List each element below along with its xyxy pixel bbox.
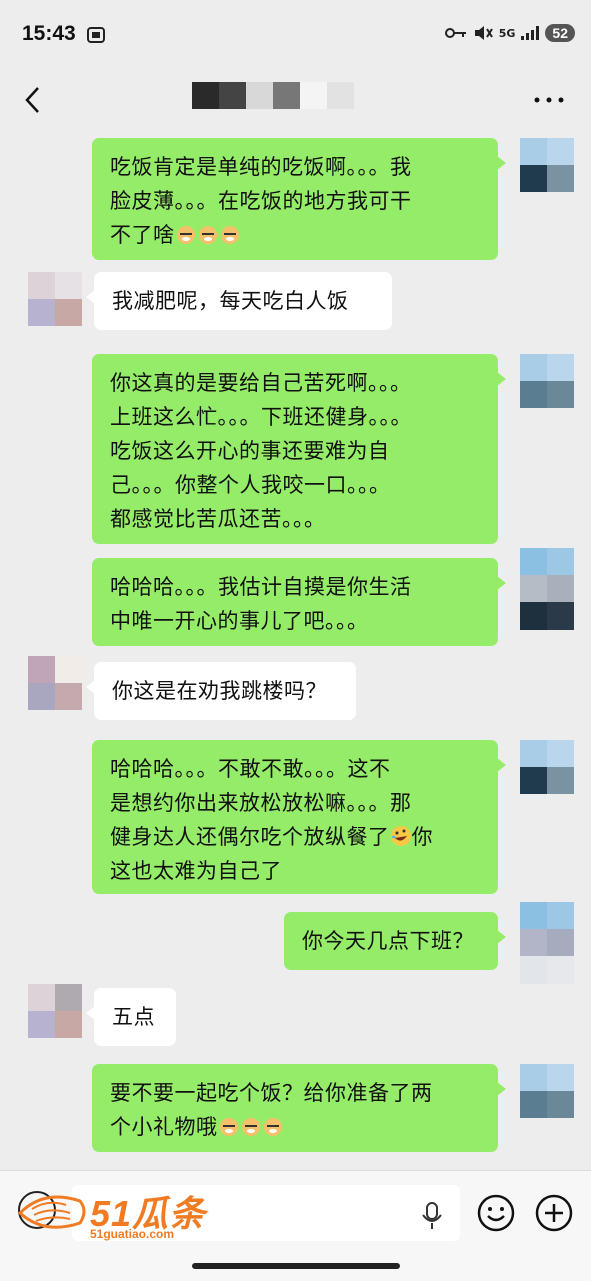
message-bubble-sent[interactable]: 哈哈哈。。。不敢不敢。。。这不 是想约你出来放松放松嘛。。。那 健身达人还偶尔吃… — [92, 740, 506, 894]
avatar-self[interactable] — [520, 740, 574, 794]
message-line: 中唯一开心的事儿了吧。。。 — [110, 609, 369, 633]
signal-icon — [521, 26, 540, 40]
chat-header — [0, 70, 591, 130]
message-bubble-received[interactable]: 你这是在劝我跳楼吗？ — [86, 662, 356, 720]
message-bubble-sent[interactable]: 你今天几点下班？ — [284, 912, 506, 970]
mic-icon[interactable] — [420, 1201, 444, 1231]
message-bubble-received[interactable]: 我减肥呢，每天吃白人饭 — [86, 272, 392, 330]
message-line: 是想约你出来放松放松嘛。。。那 — [110, 791, 412, 815]
dog-face-emoji — [241, 1118, 260, 1136]
status-time: 15:43 — [22, 22, 76, 45]
avatar-self[interactable] — [520, 354, 574, 408]
dog-face-emoji — [263, 1118, 282, 1136]
network-label: 5G — [498, 26, 516, 40]
emoji-face-icon[interactable] — [476, 1193, 516, 1233]
message-line: 这也太难为自己了 — [110, 859, 282, 883]
avatar-contact[interactable] — [28, 656, 82, 710]
message-bubble-received[interactable]: 五点 — [86, 988, 176, 1046]
home-indicator — [192, 1263, 400, 1269]
message-text: 你这是在劝我跳楼吗？ — [112, 679, 327, 703]
chat-area[interactable]: 吃饭肯定是单纯的吃饭啊。。。我 脸皮薄。。。在吃饭的地方我可干 不了啥 我减肥呢… — [0, 130, 591, 1170]
message-text: 我减肥呢，每天吃白人饭 — [112, 289, 349, 313]
message-line: 你这真的是要给自己苦死啊。。。 — [110, 371, 412, 395]
avatar-contact[interactable] — [28, 984, 82, 1038]
message-bubble-sent[interactable]: 吃饭肯定是单纯的吃饭啊。。。我 脸皮薄。。。在吃饭的地方我可干 不了啥 — [92, 138, 506, 260]
battery-badge: 52 — [545, 24, 575, 42]
contact-name-mosaic — [192, 82, 354, 109]
message-line: 哈哈哈。。。不敢不敢。。。这不 — [110, 757, 391, 781]
dog-face-emoji — [219, 1118, 238, 1136]
avatar-self[interactable] — [520, 1064, 574, 1118]
message-line: 个小礼物哦 — [110, 1115, 218, 1139]
plus-icon[interactable] — [534, 1193, 574, 1233]
ellipsis-icon[interactable] — [529, 80, 569, 120]
avatar-self[interactable] — [520, 138, 574, 192]
message-bubble-sent[interactable]: 哈哈哈。。。我估计自摸是你生活 中唯一开心的事儿了吧。。。 — [92, 558, 506, 646]
message-line: 健身达人还偶尔吃个放纵餐了 — [110, 825, 390, 849]
message-line: 你 — [411, 825, 433, 849]
message-bubble-sent[interactable]: 你这真的是要给自己苦死啊。。。 上班这么忙。。。下班还健身。。。 吃饭这么开心的… — [92, 354, 506, 544]
avatar-contact[interactable] — [28, 272, 82, 326]
message-line: 都感觉比苦瓜还苦。。。 — [110, 507, 326, 531]
message-line: 不了啥 — [110, 223, 175, 247]
message-line: 哈哈哈。。。我估计自摸是你生活 — [110, 575, 412, 599]
message-line: 要不要一起吃个饭？给你准备了两 — [110, 1081, 433, 1105]
fish-logo-icon — [17, 1195, 86, 1229]
message-text: 五点 — [112, 1005, 155, 1029]
message-line: 吃饭肯定是单纯的吃饭啊。。。我 — [110, 155, 412, 179]
input-bar: 51瓜条 51guatiao.com — [0, 1170, 591, 1281]
watermark-url: 51guatiao.com — [90, 1227, 175, 1241]
chevron-left-icon[interactable] — [18, 80, 48, 120]
key-icon — [444, 28, 466, 38]
dog-face-emoji — [176, 226, 195, 244]
watermark-logo: 51瓜条 51guatiao.com — [14, 1181, 214, 1245]
message-line: 吃饭这么开心的事还要难为自 — [110, 439, 390, 463]
avatar-self[interactable] — [520, 548, 574, 630]
status-bar: 15:43 5G 52 — [0, 0, 591, 70]
avatar-self[interactable] — [520, 902, 574, 984]
screenshot-icon — [87, 27, 105, 43]
message-text: 你今天几点下班？ — [302, 929, 474, 953]
dog-face-emoji — [198, 226, 217, 244]
message-line: 己。。。你整个人我咬一口。。。 — [110, 473, 391, 497]
status-icons: 5G 52 — [444, 24, 575, 42]
rolling-laughing-emoji — [390, 826, 411, 846]
message-line: 脸皮薄。。。在吃饭的地方我可干 — [110, 189, 412, 213]
dog-face-emoji — [220, 226, 239, 244]
mute-icon — [474, 26, 493, 40]
message-bubble-sent[interactable]: 要不要一起吃个饭？给你准备了两 个小礼物哦 — [92, 1064, 506, 1152]
message-line: 上班这么忙。。。下班还健身。。。 — [110, 405, 412, 429]
